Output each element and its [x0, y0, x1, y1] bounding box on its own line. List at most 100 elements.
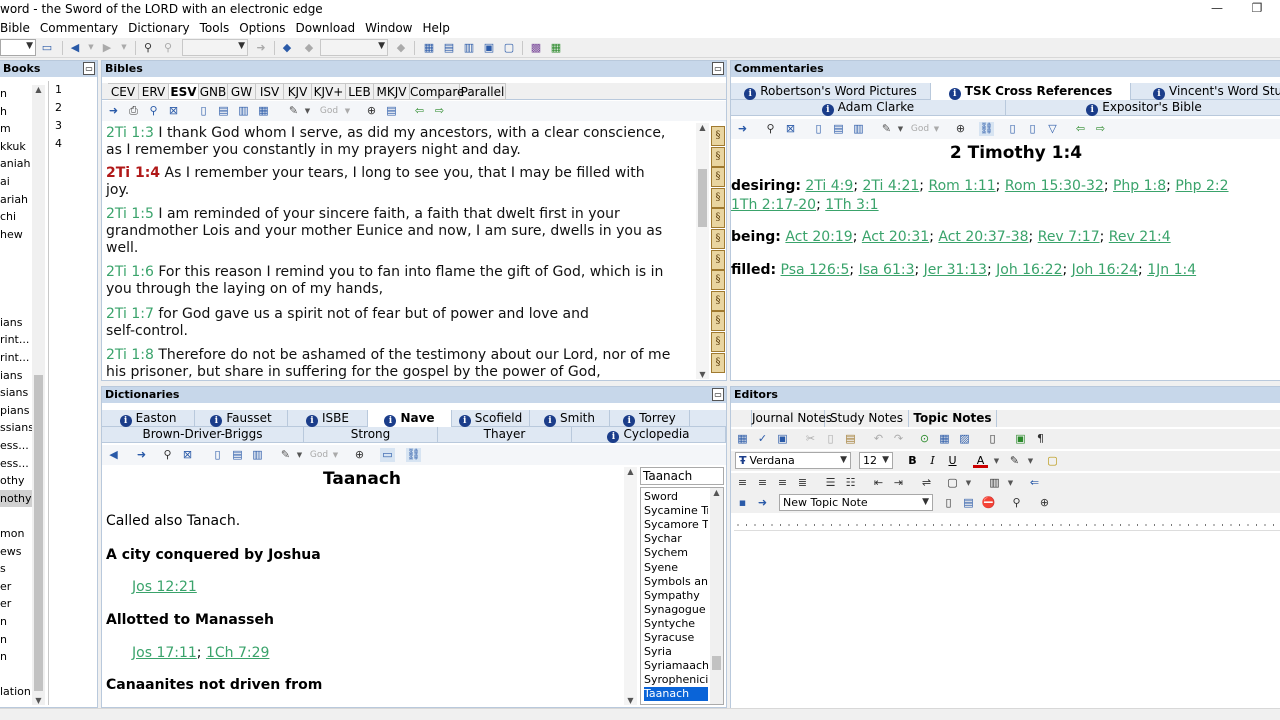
book-item[interactable]: ai — [0, 173, 32, 190]
hyperlink-icon[interactable]: ⊙ — [917, 432, 932, 446]
font-color-dropdown-icon[interactable]: ▼ — [989, 454, 1004, 468]
copy-all-icon[interactable]: ▦ — [256, 104, 271, 118]
menu-download[interactable]: Download — [291, 18, 361, 38]
dictionary-search-input[interactable]: Taanach — [640, 467, 724, 485]
book-item[interactable]: pians — [0, 402, 32, 419]
copy-icon[interactable]: ▯ — [196, 104, 211, 118]
paste-icon[interactable]: ▤ — [843, 432, 858, 446]
tab-adam-clarke[interactable]: i Adam Clarke — [731, 100, 1006, 116]
menu-commentary[interactable]: Commentary — [35, 18, 123, 38]
view-icon-3[interactable]: ▽ — [1045, 122, 1060, 136]
tab-expositors[interactable]: i Expositor's Bible — [1006, 100, 1280, 116]
layout-icon-1[interactable]: ▦ — [422, 41, 436, 54]
layout-icon-4[interactable]: ▣ — [482, 41, 496, 54]
book-item[interactable]: rint... — [0, 331, 32, 348]
book-item[interactable]: er — [0, 595, 32, 612]
cross-reference-link[interactable]: Act 20:19 — [785, 229, 852, 245]
book-item[interactable]: chi — [0, 208, 32, 225]
cross-reference-link[interactable]: Php 2:2 — [1175, 178, 1228, 194]
tab-topic-notes[interactable]: Topic Notes — [909, 410, 997, 427]
tab-dict-isbe[interactable]: i ISBE — [288, 410, 368, 427]
books-scrollbar[interactable]: ▲ ▼ — [32, 85, 45, 705]
cross-reference-link[interactable]: 2Ti 4:21 — [862, 178, 919, 194]
sword-verse-icon[interactable]: § — [711, 270, 725, 291]
dictionary-key-item[interactable]: Taanach — [644, 687, 708, 702]
dictionary-key-list[interactable]: ▲ Sword Sycamine Tr Sycamore Tr Sychar Syche… — [640, 487, 724, 705]
font-color-icon[interactable]: A — [973, 454, 988, 468]
link-icon[interactable]: ⛓ — [979, 122, 994, 136]
dictionary-key-item[interactable]: Syntyche — [644, 617, 708, 631]
book-item[interactable]: rint... — [0, 349, 32, 366]
copy-icon[interactable]: ▯ — [210, 448, 225, 462]
tab-bible-cev[interactable]: CEV — [108, 83, 139, 100]
book-item[interactable] — [0, 666, 32, 683]
chapter-item[interactable]: 3 — [55, 119, 62, 132]
tab-dict-fausset[interactable]: i Fausset — [195, 410, 288, 427]
tab-vincent[interactable]: iVincent's Word Studi — [1131, 83, 1280, 100]
cross-reference-link[interactable]: Php 1:8 — [1113, 178, 1166, 194]
tab-bible-leb[interactable]: LEB — [346, 83, 374, 100]
bible-text[interactable]: 2Ti 1:3 I thank God whom I serve, as did… — [102, 125, 696, 379]
dictionary-key-item[interactable]: Sychem — [644, 546, 708, 560]
book-item[interactable]: n — [0, 613, 32, 630]
highlight-color-icon[interactable]: ✎ — [1007, 454, 1022, 468]
paragraph-icon[interactable]: ⇌ — [919, 476, 934, 490]
cross-reference-link[interactable]: 1Jn 1:4 — [1147, 262, 1196, 278]
book-item[interactable]: mon — [0, 525, 32, 542]
search-icon[interactable]: ⚲ — [146, 104, 161, 118]
dictionary-reference-link[interactable]: 1Ch 7:29 — [206, 645, 269, 661]
dictionary-key-item[interactable]: Synagogue — [644, 603, 708, 617]
editor-document[interactable] — [731, 533, 1280, 708]
dictionary-key-item[interactable]: Sychar — [644, 532, 708, 546]
dictionary-entry[interactable]: Taanach Called also Tanach. A city conque… — [102, 467, 622, 705]
dictionary-reference-link[interactable]: Jos 17:11 — [132, 645, 197, 661]
sword-verse-icon[interactable]: § — [711, 208, 725, 229]
book-item[interactable]: n — [0, 85, 32, 102]
dictionary-key-item[interactable]: Sympathy — [644, 589, 708, 603]
cross-reference-link[interactable]: Joh 16:24 — [1072, 262, 1138, 278]
view-icon-2[interactable]: ▯ — [1025, 122, 1040, 136]
font-combo[interactable]: Ŧ Verdana ▼ — [735, 452, 851, 469]
book-item[interactable]: othy — [0, 472, 32, 489]
underline-icon[interactable]: U — [945, 454, 960, 468]
book-item[interactable]: ess... — [0, 455, 32, 472]
sword-verse-icon[interactable]: § — [711, 126, 725, 146]
table-icon[interactable]: ▦ — [937, 432, 952, 446]
note-icon[interactable]: ▢ — [1045, 454, 1060, 468]
bullet-list-icon[interactable]: ☷ — [843, 476, 858, 490]
save-as-icon[interactable]: ➜ — [755, 496, 770, 510]
highlight-icon[interactable]: ✎ — [879, 122, 894, 136]
font-size-combo[interactable]: 12 ▼ — [859, 452, 893, 469]
search-icon[interactable]: ⚲ — [763, 122, 778, 136]
align-center-icon[interactable]: ≡ — [755, 476, 770, 490]
tab-dict-easton[interactable]: i Easton — [102, 410, 195, 427]
key-list-scrollbar[interactable]: ▲ — [710, 488, 723, 704]
increase-indent-icon[interactable]: ⇥ — [891, 476, 906, 490]
highlight-icon[interactable]: ✎ — [278, 448, 293, 462]
book-item[interactable] — [0, 261, 32, 278]
cross-reference-link[interactable]: Rev 7:17 — [1038, 229, 1100, 245]
tab-dict-strong[interactable]: Strong — [304, 427, 438, 442]
cross-reference-link[interactable]: Isa 61:3 — [859, 262, 915, 278]
tab-dict-thayer[interactable]: Thayer — [438, 427, 572, 442]
layout-icon[interactable]: ▤ — [384, 104, 399, 118]
tab-journal-notes[interactable]: Journal Notes — [751, 410, 832, 427]
sword-verse-icon[interactable]: § — [711, 290, 725, 311]
tab-bible-gnb[interactable]: GNB — [199, 83, 228, 100]
cross-reference-link[interactable]: Rev 21:4 — [1109, 229, 1171, 245]
book-item[interactable]: n — [0, 631, 32, 648]
verse[interactable]: 2Ti 1:5 I am reminded of your sincere fa… — [106, 206, 691, 257]
highlight-color-dropdown-icon[interactable]: ▼ — [1023, 454, 1038, 468]
pin-icon[interactable]: ▭ — [83, 62, 95, 75]
edit-icon[interactable]: ▦ — [735, 432, 750, 446]
highlight-dropdown-icon[interactable]: ▼ — [893, 122, 908, 136]
cross-reference-link[interactable]: Rom 1:11 — [928, 178, 995, 194]
tab-bible-compare[interactable]: Compare — [410, 83, 464, 100]
dictionary-key-item[interactable]: Sycamore Tr — [644, 518, 708, 532]
verse-reference[interactable]: 2Ti 1:8 — [106, 347, 154, 363]
dictionary-scrollbar[interactable]: ▲ ▼ — [624, 467, 637, 705]
bible-scrollbar[interactable]: ▲ ▼ — [696, 123, 709, 379]
verse-reference[interactable]: 2Ti 1:3 — [106, 125, 154, 141]
tab-bible-erv[interactable]: ERV — [139, 83, 169, 100]
clear-search-icon[interactable]: ⊠ — [166, 104, 181, 118]
